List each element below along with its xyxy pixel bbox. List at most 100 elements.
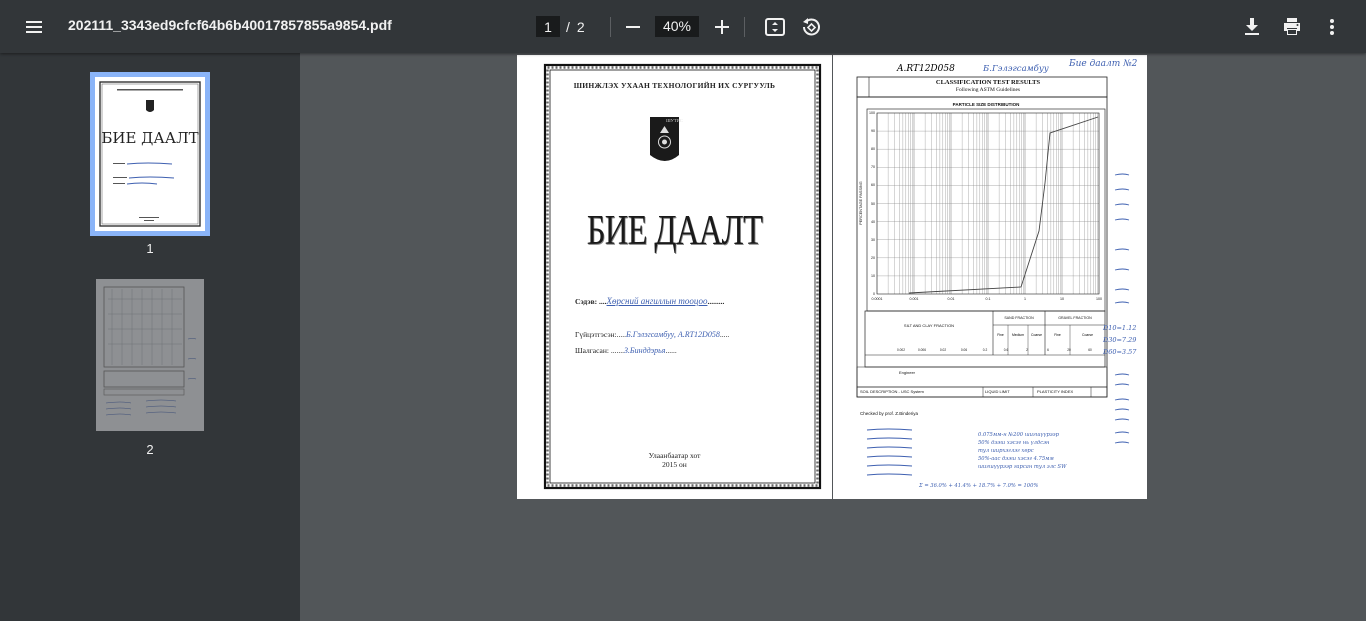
total-pages: 2	[576, 18, 585, 35]
y-tick-label: 100	[869, 111, 875, 115]
sieve-label: 0.02	[939, 348, 947, 352]
soil-description-label: SOIL DESCRIPTION - USC System	[860, 389, 924, 394]
sand-fine-label: Fine	[997, 333, 1004, 337]
grading-curve	[908, 116, 1099, 294]
d60-value: D60=3.57	[1103, 348, 1137, 356]
sieve-label: 0.2	[982, 348, 988, 352]
y-tick-label: 30	[871, 237, 875, 242]
rotate-icon[interactable]	[797, 13, 825, 41]
toolbar-divider	[610, 17, 611, 37]
city-text: Улаанбаатар хот	[648, 451, 701, 460]
author-value: Б.Гэлэгсамбуу, А.RT12D058	[626, 330, 720, 339]
gravel-coarse-label: Coarse	[1082, 333, 1093, 337]
topic-row: Сэдэв: ....Хөрсний ангиллын тооцоо......…	[575, 296, 725, 306]
sieve-label: 0.006	[918, 348, 926, 352]
university-logo-icon	[650, 117, 679, 161]
thumbnail-page-1[interactable]: БИЕ ДААЛТ	[90, 72, 210, 236]
x-tick-label: 1	[1024, 297, 1026, 301]
thumbnail-page-2[interactable]	[96, 279, 204, 431]
x-tick-label: 0.001	[909, 297, 919, 301]
zoom-level-input[interactable]: 40%	[655, 16, 699, 37]
sieve-label: 0.06	[960, 348, 968, 352]
y-tick-label: 80	[871, 147, 875, 152]
note-line: 50%-аас дээш хэсэг 4.75мм	[978, 456, 1054, 462]
y-tick-label: 90	[871, 129, 875, 134]
university-name: ШИНЖЛЭХ УХААН ТЕХНОЛОГИЙН ИХ СУРГУУЛЬ	[573, 81, 776, 90]
y-tick-label: 40	[871, 219, 875, 224]
page-2-thumbnail-image	[96, 279, 204, 431]
print-icon[interactable]	[1278, 13, 1306, 41]
page-heading: БИЕ ДААЛТ	[586, 208, 763, 254]
x-tick-label: 0.1	[985, 297, 991, 301]
document-viewer[interactable]: ШИНЖЛЭХ УХААН ТЕХНОЛОГИЙН ИХ СУРГУУЛЬ ШУ…	[300, 53, 1366, 621]
y-tick-label: 0	[873, 292, 875, 296]
author-label: Гүйцэтгэсэн:	[575, 330, 617, 339]
x-tick-label: 100	[1096, 297, 1102, 301]
year-text: 2015 он	[662, 460, 687, 469]
download-icon[interactable]	[1238, 13, 1266, 41]
menu-icon[interactable]	[20, 13, 48, 41]
y-tick-label: 60	[871, 183, 875, 188]
sand-coarse-label: Coarse	[1031, 333, 1042, 337]
note-line: 0.075мм-н №200 шигшүүрээр	[978, 432, 1059, 438]
handwritten-notes: 0.075мм-н №200 шигшүүрээр 50% дээш хэсэг…	[978, 431, 1108, 471]
thumbnail-sidebar: БИЕ ДААЛТ 1 2	[0, 53, 300, 621]
zoom-in-icon[interactable]	[708, 13, 736, 41]
checker-value: З.Бинддэрья	[623, 346, 666, 355]
student-name: Б.Гэлэгсамбуу	[983, 64, 1049, 74]
student-code: A.RT12D058	[897, 64, 955, 74]
y-tick-label: 20	[871, 255, 875, 260]
pdf-page-2: A.RT12D058 Б.Гэлэгсамбуу Бие даалт №2 CL…	[833, 55, 1147, 499]
page-selector: / 2	[536, 16, 585, 37]
plasticity-index-label: PLASTICITY INDEX	[1037, 389, 1074, 394]
toolbar-divider	[744, 17, 745, 37]
note-line: тул ширхэглэг хөрс	[978, 448, 1034, 454]
liquid-limit-label: LIQUID LIMIT	[985, 389, 1010, 394]
checker-label: Шалгасан:	[575, 346, 609, 355]
x-tick-label: 0.01	[947, 297, 955, 301]
pdf-page-1: ШИНЖЛЭХ УХААН ТЕХНОЛОГИЙН ИХ СУРГУУЛЬ ШУ…	[517, 55, 832, 499]
sieve-label: 2	[1026, 348, 1028, 352]
page-1-thumbnail-image: БИЕ ДААЛТ	[95, 77, 205, 231]
page-separator: /	[566, 18, 570, 35]
zoom-out-icon[interactable]	[619, 13, 647, 41]
thumbnail-2-label: 2	[146, 442, 154, 457]
chart-title: PARTICLE SIZE DISTRIBUTION	[952, 102, 1020, 107]
topic-value: Хөрсний ангиллын тооцоо	[606, 296, 708, 306]
assignment-label: Бие даалт №2	[1069, 59, 1138, 69]
sieve-label: 60	[1088, 348, 1092, 352]
topic-label: Сэдэв:	[575, 297, 598, 306]
sieve-label: 0.002	[897, 348, 905, 352]
logo-text: ШУТИС	[666, 118, 683, 123]
sieve-label: 20	[1067, 348, 1071, 352]
silt-clay-label: SILT AND CLAY FRACTION	[903, 323, 955, 328]
table-subtitle: Following ASTM Guidelines	[955, 87, 1021, 93]
x-tick-label: 10	[1060, 297, 1064, 301]
checker-row: Шалгасан: .......З.Бинддэрья......	[575, 346, 677, 355]
document-title: 202111_3343ed9cfcf64b6b40017857855a9854.…	[68, 17, 392, 33]
sand-medium-label: Medium	[1011, 333, 1025, 337]
svg-text:БИЕ ДААЛТ: БИЕ ДААЛТ	[101, 129, 198, 147]
gravel-fine-label: Fine	[1054, 333, 1061, 337]
d10-value: D10=1.12	[1103, 324, 1137, 332]
y-tick-label: 70	[871, 165, 875, 170]
gravel-fraction-label: GRAVEL FRACTION	[1058, 316, 1092, 320]
page-number-input[interactable]	[536, 16, 560, 37]
more-options-icon[interactable]	[1318, 13, 1346, 41]
x-tick-label: 0.0001	[871, 297, 883, 301]
fit-to-page-icon[interactable]	[761, 13, 789, 41]
y-tick-label: 10	[871, 273, 875, 278]
d-values-list: D10=1.12 D30=7.29 D60=3.57	[1103, 322, 1147, 358]
sieve-label: 0.6	[1003, 348, 1009, 352]
d30-value: D30=7.29	[1103, 336, 1137, 344]
checked-by-text: Checked by prof. Z.Binderiya	[860, 411, 919, 416]
y-tick-label: 50	[871, 201, 875, 206]
table-title: CLASSIFICATION TEST RESULTS	[935, 79, 1041, 86]
thumbnail-1-label: 1	[146, 241, 154, 256]
sum-line: Σ = 36.0% + 41.4% + 18.7% + 7.0% = 100%	[919, 483, 1039, 489]
sand-fraction-label: SAND FRACTION	[1004, 316, 1034, 320]
author-row: Гүйцэтгэсэн:.....Б.Гэлэгсамбуу, А.RT12D0…	[575, 330, 730, 339]
engineer-label: Engineer	[899, 370, 916, 375]
note-line: шигшүүрээр гарсан тул элс SW	[978, 464, 1067, 470]
pdf-toolbar: 202111_3343ed9cfcf64b6b40017857855a9854.…	[0, 0, 1366, 53]
